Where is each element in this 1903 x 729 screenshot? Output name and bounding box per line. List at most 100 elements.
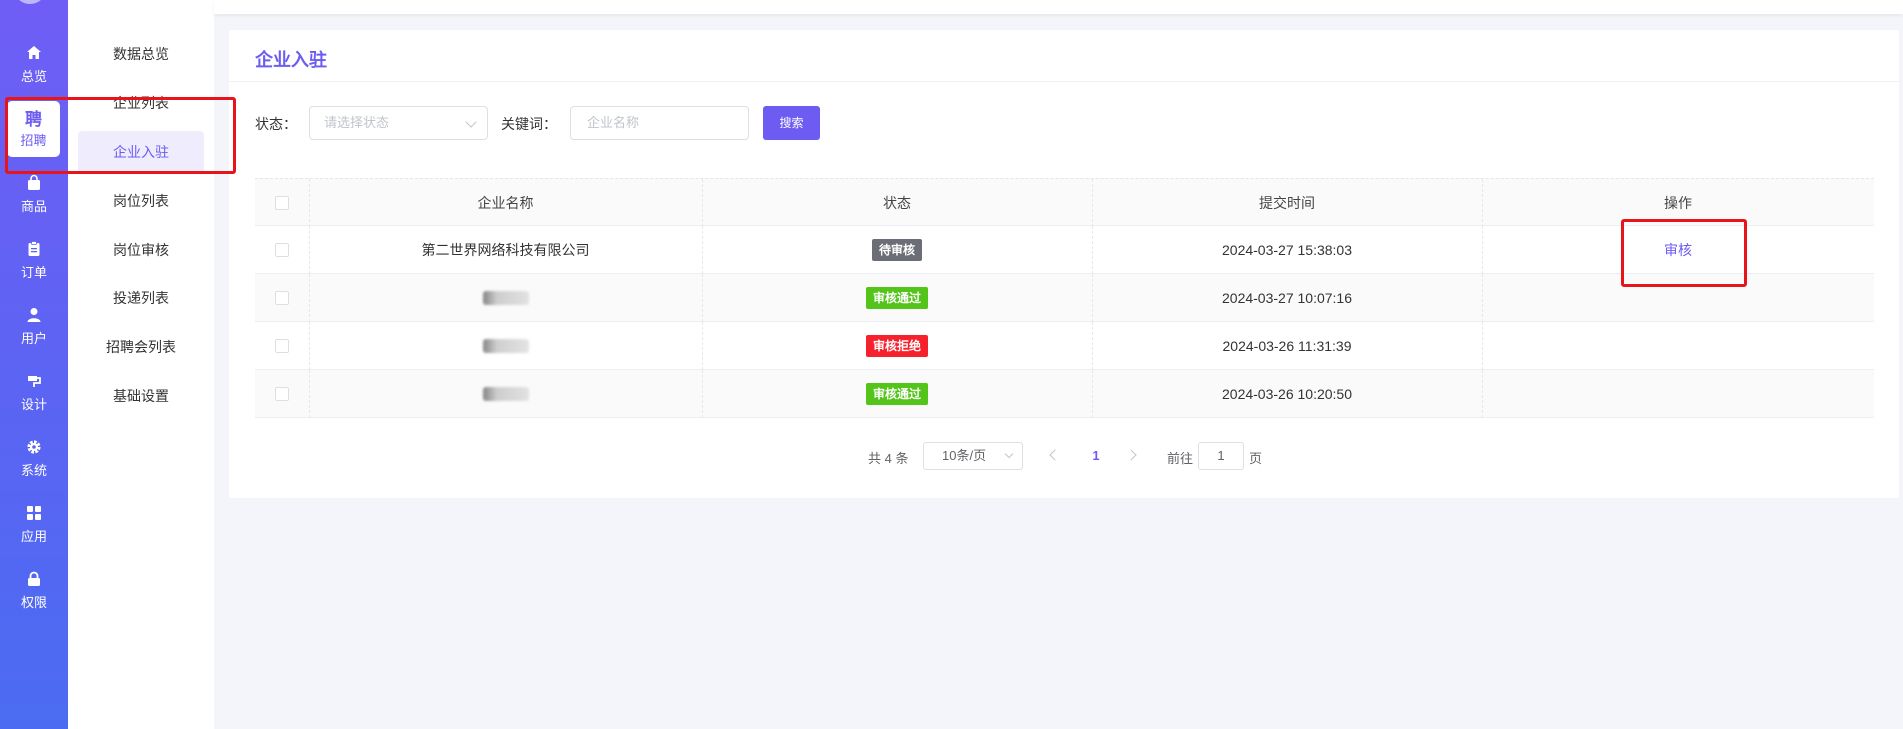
nav-item-label: 用户 [20,331,47,346]
status-select[interactable]: 请选择状态 [309,106,488,140]
top-bar [214,0,1903,14]
home-icon [24,43,44,63]
gear-icon [24,437,44,457]
redacted-text [482,339,529,353]
nav-item-goods[interactable]: 商品 [0,166,68,222]
status-cell: 审核拒绝 [702,322,1092,370]
nav-item-users[interactable]: 用户 [0,298,68,354]
row-checkbox-cell [255,322,309,370]
status-cell: 审核通过 [702,274,1092,322]
row-checkbox-cell [255,226,309,274]
row-checkbox[interactable] [275,243,289,257]
status-select-placeholder: 请选择状态 [324,115,390,130]
search-button[interactable]: 搜索 [763,106,820,140]
page-size-value: 10条/页 [942,448,987,463]
sub-sidebar: 数据总览 企业列表 企业入驻 岗位列表 岗位审核 投递列表 招聘会列表 基础设置 [68,0,214,729]
nav-item-label: 系统 [20,463,47,478]
actions-cell [1482,322,1874,370]
avatar[interactable] [16,0,44,4]
sub-item-job-list[interactable]: 岗位列表 [68,180,214,222]
row-checkbox[interactable] [275,339,289,353]
lock-icon [24,569,44,589]
keyword-input-placeholder: 企业名称 [587,115,640,130]
main-sidebar: 总览 聘 招聘 商品 订单 用户 设计 系统 应用 权限 [0,0,68,729]
sub-item-data-overview[interactable]: 数据总览 [68,33,214,75]
page-unit-label: 页 [1249,451,1263,466]
bag-icon [24,173,44,193]
sub-item-basic-settings[interactable]: 基础设置 [68,375,214,417]
table-row: 第二世界网络科技有限公司 待审核 2024-03-27 15:38:03 审核 [255,226,1874,274]
redacted-text [482,291,529,305]
company-name [309,370,702,418]
page-number[interactable]: 1 [1081,442,1111,470]
status-badge: 审核拒绝 [865,335,928,357]
divider [229,81,1899,82]
table-header: 企业名称 状态 提交时间 操作 [255,178,1874,227]
nav-item-permissions[interactable]: 权限 [0,562,68,618]
row-checkbox[interactable] [275,291,289,305]
status-badge: 审核通过 [865,287,928,309]
row-checkbox-cell [255,274,309,322]
page-size-select[interactable]: 10条/页 [923,442,1023,470]
content-card: 企业入驻 状态： 请选择状态 关键词： 企业名称 搜索 企业名称 状态 提交时间… [229,30,1899,498]
sub-item-job-fair-list[interactable]: 招聘会列表 [68,326,214,368]
nav-item-label: 订单 [20,265,47,280]
user-icon [24,305,44,325]
header-time: 提交时间 [1259,195,1315,211]
nav-item-system[interactable]: 系统 [0,430,68,486]
sub-item-delivery-list[interactable]: 投递列表 [68,277,214,319]
company-name [309,274,702,322]
status-filter-label: 状态： [255,116,297,132]
header-company: 企业名称 [477,195,534,211]
total-count: 共 4 条 [868,451,909,466]
nav-item-label: 设计 [20,397,47,412]
chevron-down-icon [465,116,477,128]
next-page-button[interactable] [1125,449,1137,461]
status-cell: 待审核 [702,226,1092,274]
goto-label: 前往 [1167,451,1194,466]
sub-item-company-onboarding[interactable]: 企业入驻 [78,131,204,173]
redacted-text [482,387,529,401]
select-all-checkbox[interactable] [275,196,289,210]
nav-item-design[interactable]: 设计 [0,364,68,420]
nav-item-recruit[interactable]: 聘 招聘 [7,101,60,157]
table-row: 审核拒绝 2024-03-26 11:31:39 [255,322,1874,370]
brush-icon [24,371,44,391]
status-badge: 待审核 [871,239,922,261]
page-title: 企业入驻 [255,50,327,70]
nav-item-label: 商品 [20,199,47,214]
table-row: 审核通过 2024-03-27 10:07:16 [255,274,1874,322]
company-table: 企业名称 状态 提交时间 操作 第二世界网络科技有限公司 待审核 2024-03… [255,178,1874,418]
actions-cell [1482,370,1874,418]
submit-time: 2024-03-27 10:07:16 [1222,290,1352,306]
status-cell: 审核通过 [702,370,1092,418]
status-badge: 审核通过 [865,383,928,405]
keyword-filter-label: 关键词： [501,116,557,132]
grid-icon [24,503,44,523]
actions-cell [1482,274,1874,322]
nav-item-label: 招聘 [20,132,47,148]
nav-item-orders[interactable]: 订单 [0,232,68,288]
row-checkbox[interactable] [275,387,289,401]
table-row: 审核通过 2024-03-26 10:20:50 [255,370,1874,418]
pagination: 共 4 条 10条/页 1 前往 1 页 [229,442,1899,470]
keyword-input[interactable]: 企业名称 [570,106,749,140]
header-status: 状态 [883,195,911,211]
chevron-down-icon [1004,449,1014,459]
nav-item-overview[interactable]: 总览 [0,36,68,92]
review-link[interactable]: 审核 [1664,240,1692,260]
nav-item-apps[interactable]: 应用 [0,496,68,552]
submit-time: 2024-03-26 10:20:50 [1222,386,1352,402]
submit-time: 2024-03-27 15:38:03 [1222,242,1352,258]
prev-page-button[interactable] [1049,449,1061,461]
company-name: 第二世界网络科技有限公司 [421,242,590,258]
sub-item-job-review[interactable]: 岗位审核 [68,229,214,271]
nav-item-label: 权限 [20,595,47,610]
company-name [309,322,702,370]
page-jump-input[interactable]: 1 [1198,442,1244,470]
submit-time: 2024-03-26 11:31:39 [1222,338,1352,354]
sub-item-company-list[interactable]: 企业列表 [68,82,214,124]
header-actions: 操作 [1664,195,1692,211]
actions-cell: 审核 [1482,226,1874,274]
recruit-icon: 聘 [25,109,42,129]
